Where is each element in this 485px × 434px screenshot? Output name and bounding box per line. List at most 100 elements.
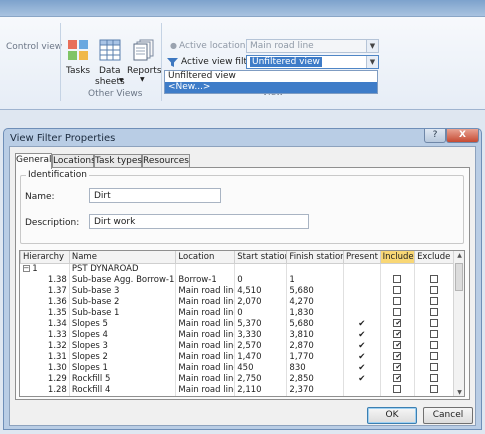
tab-locations[interactable]: Locations (52, 154, 96, 168)
cell-include (380, 296, 416, 307)
table-icon (99, 39, 121, 61)
cell-present: ✔ (343, 362, 381, 373)
help-button[interactable]: ? (424, 129, 446, 143)
include-checkbox[interactable] (393, 396, 401, 397)
cell-present: ✔ (343, 351, 381, 362)
cell-hierarchy: 1.35 (20, 307, 70, 318)
root-name: PST DYNAROAD (69, 263, 177, 274)
table-row[interactable]: 1.29 Rockfill 5 Main road line 2,750 2,850 ✔ (20, 373, 454, 384)
include-checkbox[interactable] (393, 374, 402, 382)
include-checkbox[interactable] (393, 385, 402, 393)
tab-general[interactable]: General (15, 153, 52, 169)
exclude-checkbox[interactable] (430, 297, 439, 305)
collapse-icon[interactable]: − (22, 264, 30, 272)
dialog-title: View Filter Properties (10, 133, 116, 144)
cell-name: Rockfill 3 (69, 395, 177, 396)
cell-present: ✔ (343, 340, 381, 351)
include-checkbox[interactable] (393, 286, 402, 294)
include-checkbox[interactable] (393, 297, 402, 305)
table-row[interactable]: 1.34 Slopes 5 Main road line 5,370 5,680 ✔ (20, 318, 454, 329)
column-header-include[interactable]: Include (379, 251, 416, 264)
exclude-checkbox[interactable] (430, 352, 439, 360)
scroll-thumb[interactable] (455, 263, 463, 291)
cell-location: Main road line (175, 318, 236, 329)
include-checkbox[interactable] (393, 330, 402, 338)
cell-name: Rockfill 4 (69, 384, 177, 395)
ribbon-separator (161, 23, 162, 101)
exclude-checkbox[interactable] (430, 363, 439, 371)
tasks-button[interactable]: Tasks (64, 39, 92, 89)
include-checkbox[interactable] (393, 308, 402, 316)
location-pin-icon: ● (170, 41, 177, 50)
active-location-combo[interactable]: Main road line ▼ (246, 39, 379, 53)
view-filter-properties-dialog: View Filter Properties ? X General Locat… (3, 128, 482, 430)
check-icon: ✔ (358, 351, 366, 362)
cancel-button[interactable]: Cancel (423, 407, 473, 424)
column-header-start-station[interactable]: Start station (234, 251, 288, 264)
include-checkbox[interactable] (393, 275, 402, 283)
cell-hierarchy: 1.34 (20, 318, 70, 329)
ribbon: Control view Tasks Data sheets ▼ Reports… (0, 17, 485, 110)
filter-option-unfiltered[interactable]: Unfiltered view (165, 71, 377, 82)
exclude-checkbox[interactable] (430, 275, 439, 283)
exclude-checkbox[interactable] (430, 330, 439, 338)
column-header-finish-station[interactable]: Finish station (286, 251, 345, 264)
table-row[interactable]: 1.31 Slopes 2 Main road line 1,470 1,770 ✔ (20, 351, 454, 362)
cell-finish-station: 2,870 (286, 340, 345, 351)
include-checkbox[interactable] (393, 319, 402, 327)
column-header-exclude[interactable]: Exclude (414, 251, 454, 264)
tasks-label: Tasks (66, 66, 91, 76)
reports-button[interactable]: Reports ▼ (127, 39, 162, 89)
close-icon: X (459, 130, 466, 140)
ok-button[interactable]: OK (367, 407, 417, 424)
tab-task-types[interactable]: Task types (94, 154, 142, 168)
table-row[interactable]: 1.32 Slopes 3 Main road line 2,570 2,870 ✔ (20, 340, 454, 351)
table-row[interactable]: 1.35 Sub-base 1 Main road line 0 1,830 (20, 307, 454, 318)
cell-include (380, 395, 416, 397)
cell-name: Slopes 3 (69, 340, 177, 351)
exclude-checkbox[interactable] (430, 319, 439, 327)
exclude-checkbox[interactable] (430, 374, 439, 382)
table-row[interactable]: 1.36 Sub-base 2 Main road line 2,070 4,270 (20, 296, 454, 307)
cell-name: Slopes 4 (69, 329, 177, 340)
active-view-filter-combo[interactable]: Unfiltered view ▼ (246, 55, 379, 69)
grid-vertical-scrollbar[interactable]: ▲ ▼ (453, 251, 464, 396)
table-row[interactable]: 1.38 Sub-base Agg. Borrow-1 1 Borrow-1 0 1 (20, 274, 454, 285)
tab-resources[interactable]: Resources (142, 154, 190, 168)
table-row[interactable]: 1.27Rockfill 3Main road line1,4901,790 (20, 395, 454, 397)
description-field[interactable]: Dirt work (89, 214, 309, 229)
cell-location: Main road line (175, 384, 236, 395)
close-button[interactable]: X (446, 129, 479, 143)
data-sheets-button[interactable]: Data sheets ▼ (95, 39, 125, 89)
table-row-root[interactable]: − 1 PST DYNAROAD (20, 263, 454, 274)
cell-start-station: 2,070 (234, 296, 288, 307)
table-row[interactable]: 1.37 Sub-base 3 Main road line 4,510 5,680 (20, 285, 454, 296)
column-header-hierarchy[interactable]: Hierarchy (20, 251, 70, 264)
column-header-present[interactable]: Present (343, 251, 381, 264)
scroll-up-icon[interactable]: ▲ (454, 251, 464, 261)
include-checkbox[interactable] (393, 363, 402, 371)
cell-location: Main road line (175, 285, 236, 296)
exclude-checkbox[interactable] (430, 341, 439, 349)
include-checkbox[interactable] (393, 352, 402, 360)
exclude-checkbox[interactable] (430, 308, 439, 316)
active-view-filter-value: Unfiltered view (250, 57, 322, 67)
exclude-checkbox[interactable] (430, 286, 439, 294)
filter-option-new[interactable]: <New...> (165, 82, 377, 93)
column-header-name[interactable]: Name (68, 251, 177, 264)
scroll-down-icon[interactable]: ▼ (454, 388, 464, 396)
cell-finish-station: 1,770 (286, 351, 345, 362)
cell-start-station: 450 (234, 362, 288, 373)
include-checkbox[interactable] (393, 341, 402, 349)
table-row[interactable]: 1.33 Slopes 4 Main road line 3,330 3,810 ✔ (20, 329, 454, 340)
cell-start-station: 2,570 (234, 340, 288, 351)
name-field[interactable]: Dirt (89, 188, 221, 203)
table-row[interactable]: 1.28 Rockfill 4 Main road line 2,110 2,370 (20, 384, 454, 395)
column-header-location[interactable]: Location (175, 251, 236, 264)
table-row[interactable]: 1.30 Slopes 1 Main road line 450 830 ✔ (20, 362, 454, 373)
exclude-checkbox[interactable] (430, 396, 438, 397)
exclude-checkbox[interactable] (430, 385, 439, 393)
cell-name: Sub-base Agg. Borrow-1 1 (69, 274, 177, 285)
chevron-down-icon: ▼ (366, 56, 378, 68)
cell-location: Main road line (175, 351, 236, 362)
